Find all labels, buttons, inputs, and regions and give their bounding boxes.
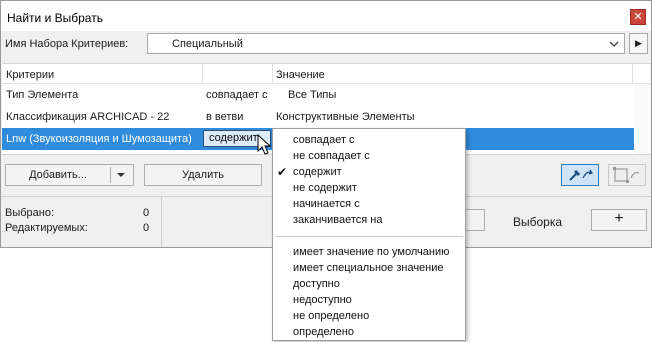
menu-item-available[interactable]: доступно [293, 278, 340, 290]
mouse-cursor-icon [257, 134, 272, 155]
criteria-set-dropdown[interactable]: Специальный [147, 33, 625, 54]
eyedropper-icon [569, 169, 594, 181]
column-header-value[interactable]: Значение [276, 69, 325, 81]
remove-button-label: Удалить [182, 169, 224, 181]
table-header: Критерии Значение [2, 64, 650, 84]
menu-item-equals[interactable]: совпадает с [293, 134, 355, 146]
menu-item-defined[interactable]: определено [293, 326, 354, 338]
close-icon: ✕ [633, 11, 643, 23]
column-divider[interactable] [632, 64, 633, 84]
editable-count-value: 0 [143, 222, 150, 234]
split-divider [110, 167, 111, 183]
title-bar[interactable]: Найти и Выбрать ✕ [1, 1, 651, 31]
row-criterion: Тип Элемента [6, 89, 79, 101]
criteria-set-label: Имя Набора Критериев: [5, 38, 129, 50]
menu-item-has-custom[interactable]: имеет специальное значение [293, 262, 444, 274]
chevron-down-icon[interactable] [114, 165, 128, 185]
column-divider[interactable] [272, 64, 273, 84]
menu-item-starts-with[interactable]: начинается с [293, 198, 360, 210]
triangle-right-icon: ▶ [635, 38, 642, 48]
selected-count-label: Выбрано: [5, 207, 55, 219]
table-row[interactable]: Тип Элемента совпадает с Все Типы [2, 84, 634, 106]
column-header-criteria[interactable]: Критерии [6, 69, 54, 81]
marquee-tool-button[interactable] [608, 164, 646, 186]
selection-label: Выборка [513, 215, 563, 229]
remove-criterion-button[interactable]: Удалить [144, 164, 262, 186]
divider [161, 197, 162, 247]
row-operator[interactable]: совпадает с [206, 89, 268, 101]
menu-item-has-default[interactable]: имеет значение по умолчанию [293, 246, 449, 258]
menu-separator [275, 236, 463, 237]
minus-button[interactable] [463, 209, 485, 231]
table-row[interactable]: Классификация ARCHICAD - 22 в ветви Конс… [2, 106, 634, 128]
checkmark-icon: ✔ [277, 165, 288, 179]
editable-count-label: Редактируемых: [5, 222, 88, 234]
row-criterion: Lnw (Звукоизоляция и Шумозащита) [6, 133, 192, 145]
menu-item-ends-with[interactable]: заканчивается на [293, 214, 383, 226]
menu-item-contains[interactable]: содержит [293, 166, 342, 178]
criteria-set-value: Специальный [172, 38, 243, 50]
row-value[interactable]: Конструктивные Элементы [276, 111, 415, 123]
criteria-set-menu-button[interactable]: ▶ [629, 33, 648, 54]
table-scrollbar[interactable] [635, 84, 649, 154]
menu-item-undefined[interactable]: не определено [293, 310, 369, 322]
add-selection-button[interactable]: + [591, 209, 647, 231]
add-criterion-button[interactable]: Добавить... [5, 164, 134, 186]
selected-count-value: 0 [143, 207, 150, 219]
chevron-down-icon [609, 41, 619, 47]
operator-value: содержит [209, 132, 258, 144]
row-value[interactable]: Все Типы [288, 89, 336, 101]
column-divider[interactable] [202, 64, 203, 84]
plus-icon: + [614, 210, 624, 227]
eyedropper-tool-button[interactable] [561, 164, 599, 186]
close-button[interactable]: ✕ [630, 9, 646, 25]
menu-item-unavailable[interactable]: недоступно [293, 294, 352, 306]
row-criterion: Классификация ARCHICAD - 22 [6, 111, 170, 123]
menu-item-not-contains[interactable]: не содержит [293, 182, 357, 194]
menu-item-not-equals[interactable]: не совпадает с [293, 150, 370, 162]
row-operator[interactable]: в ветви [206, 111, 243, 123]
marquee-icon [613, 167, 640, 183]
add-button-label: Добавить... [29, 169, 87, 181]
window-title: Найти и Выбрать [7, 11, 103, 25]
operator-menu: ✔ совпадает с не совпадает с содержит не… [272, 128, 466, 341]
